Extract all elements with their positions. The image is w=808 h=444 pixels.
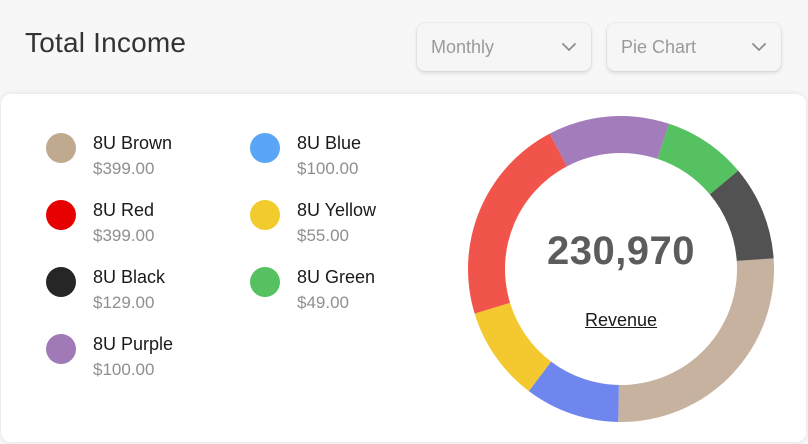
legend-price: $100.00 xyxy=(297,159,359,178)
legend-color-dot xyxy=(46,133,76,163)
chevron-down-icon xyxy=(561,39,577,55)
chart-type-dropdown-label: Pie Chart xyxy=(621,36,697,57)
legend-name: 8U Brown xyxy=(93,133,173,153)
legend-item: 8U Red $399.00 xyxy=(46,199,154,247)
legend-color-dot xyxy=(250,133,280,163)
legend-item: 8U Black $129.00 xyxy=(46,266,165,314)
legend-price: $100.00 xyxy=(93,360,155,379)
period-dropdown-label: Monthly xyxy=(431,36,495,57)
total-income-widget: Total Income Monthly Pie Chart 8U Brown … xyxy=(0,0,808,444)
revenue-link[interactable]: Revenue xyxy=(467,310,775,331)
legend-name: 8U Yellow xyxy=(297,200,377,220)
legend-color-dot xyxy=(46,334,76,364)
legend-price: $49.00 xyxy=(297,293,349,312)
donut-slice-purple[interactable] xyxy=(549,115,670,167)
legend-item: 8U Purple $100.00 xyxy=(46,333,173,381)
legend-item: 8U Brown $399.00 xyxy=(46,132,172,180)
legend-color-dot xyxy=(46,267,76,297)
legend-name: 8U Red xyxy=(93,200,155,220)
legend-item: 8U Yellow $55.00 xyxy=(250,199,376,247)
income-card: 8U Brown $399.00 8U Red $399.00 8U Black… xyxy=(1,94,806,442)
legend-name: 8U Blue xyxy=(297,133,362,153)
legend-name: 8U Green xyxy=(297,267,376,287)
chart-type-dropdown[interactable]: Pie Chart xyxy=(607,23,781,71)
legend-item: 8U Green $49.00 xyxy=(250,266,375,314)
legend-price: $399.00 xyxy=(93,226,155,245)
period-dropdown[interactable]: Monthly xyxy=(417,23,591,71)
legend-price: $399.00 xyxy=(93,159,155,178)
legend-color-dot xyxy=(250,267,280,297)
donut-slice-red[interactable] xyxy=(468,133,567,314)
legend-price: $129.00 xyxy=(93,293,155,312)
legend-name: 8U Black xyxy=(93,267,166,287)
revenue-donut-chart: 230,970 Revenue xyxy=(467,115,775,423)
chevron-down-icon xyxy=(751,39,767,55)
donut-slice-tan[interactable] xyxy=(618,258,774,422)
legend-color-dot xyxy=(46,200,76,230)
revenue-total-value: 230,970 xyxy=(546,229,696,273)
legend-color-dot xyxy=(250,200,280,230)
page-title: Total Income xyxy=(25,27,187,58)
legend-name: 8U Purple xyxy=(93,334,174,354)
legend-price: $55.00 xyxy=(297,226,349,245)
legend-item: 8U Blue $100.00 xyxy=(250,132,361,180)
